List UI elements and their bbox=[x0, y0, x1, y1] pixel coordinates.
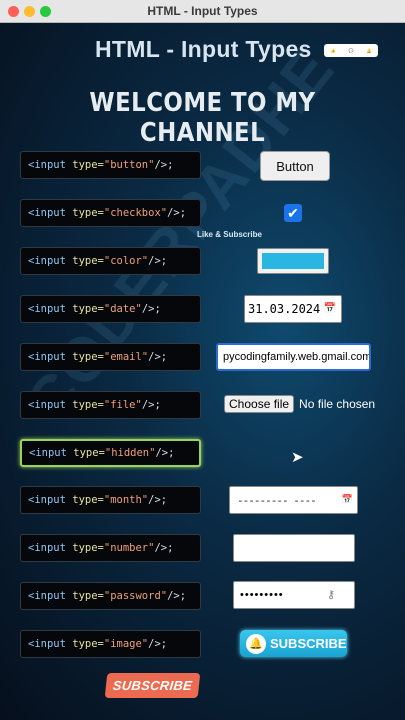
welcome-banner: WELCOME TO MY CHANNEL bbox=[89, 88, 316, 148]
demo-button[interactable]: Button bbox=[260, 151, 330, 181]
code-line-number: <input type= "number" />; bbox=[20, 534, 201, 562]
mini-subscribe-badge: 👍 💬 🔔 bbox=[324, 44, 378, 57]
demo-checkbox[interactable]: ✔ bbox=[284, 204, 302, 222]
file-status: No file chosen bbox=[299, 397, 376, 411]
email-value: pycodingfamily.web.gmail.com bbox=[223, 351, 371, 363]
checkmark-icon: ✔ bbox=[287, 204, 299, 221]
bell-icon: 🔔 bbox=[246, 633, 266, 654]
code-line-date: <input type= "date" />; bbox=[20, 295, 201, 323]
chat-icon: 💬 bbox=[348, 48, 354, 53]
window-title: HTML - Input Types bbox=[147, 4, 258, 18]
subscribe-button[interactable]: SUBSCRIBE bbox=[104, 673, 201, 698]
bell-icon: 🔔 bbox=[366, 48, 372, 53]
code-line-color: <input type= "color" />; bbox=[20, 247, 201, 275]
password-value: ••••••••• bbox=[240, 589, 284, 601]
mouse-pointer-icon: ➤ bbox=[291, 449, 304, 466]
code-line-hidden: <input type= "hidden" />; bbox=[20, 439, 201, 467]
code-line-button: <input type= "button" />; bbox=[20, 151, 201, 179]
like-subscribe-overlay: Like & Subscribe bbox=[197, 230, 262, 239]
code-line-month: <input type= "month" />; bbox=[20, 486, 201, 514]
password-key-icon[interactable]: ⚷ bbox=[327, 588, 336, 601]
demo-password-field[interactable]: ••••••••• ⚷ bbox=[233, 581, 355, 609]
code-line-image: <input type= "image" />; bbox=[20, 630, 201, 658]
code-line-file: <input type= "file" />; bbox=[20, 391, 201, 419]
code-line-checkbox: <input type= "checkbox" />; bbox=[20, 199, 201, 227]
demo-date-field[interactable]: 31.03.2024 📅 bbox=[244, 295, 342, 323]
choose-file-button[interactable]: Choose file bbox=[224, 395, 295, 413]
date-value: 31.03.2024 bbox=[248, 302, 321, 316]
calendar-icon[interactable]: 📅 bbox=[324, 303, 336, 314]
demo-email-field[interactable]: pycodingfamily.web.gmail.com bbox=[216, 343, 371, 371]
demo-month-field[interactable]: --------- ---- 📅 bbox=[229, 486, 358, 514]
code-line-email: <input type= "email" />; bbox=[20, 343, 201, 371]
demo-image-input[interactable]: 🔔 SUBSCRIBE bbox=[240, 630, 347, 657]
demo-file-input[interactable]: Choose file No file chosen bbox=[224, 395, 375, 413]
calendar-icon[interactable]: 📅 bbox=[342, 495, 353, 505]
image-input-label: SUBSCRIBE bbox=[270, 636, 347, 651]
page-heading: HTML - Input Types bbox=[95, 36, 312, 62]
window-titlebar: HTML - Input Types bbox=[0, 0, 405, 23]
thumbs-up-icon: 👍 bbox=[330, 48, 336, 53]
code-line-password: <input type= "password" />; bbox=[20, 582, 201, 610]
demo-number-field[interactable] bbox=[233, 534, 355, 562]
color-swatch bbox=[262, 253, 324, 269]
demo-color-picker[interactable] bbox=[257, 248, 329, 274]
month-value: --------- ---- bbox=[237, 493, 317, 507]
